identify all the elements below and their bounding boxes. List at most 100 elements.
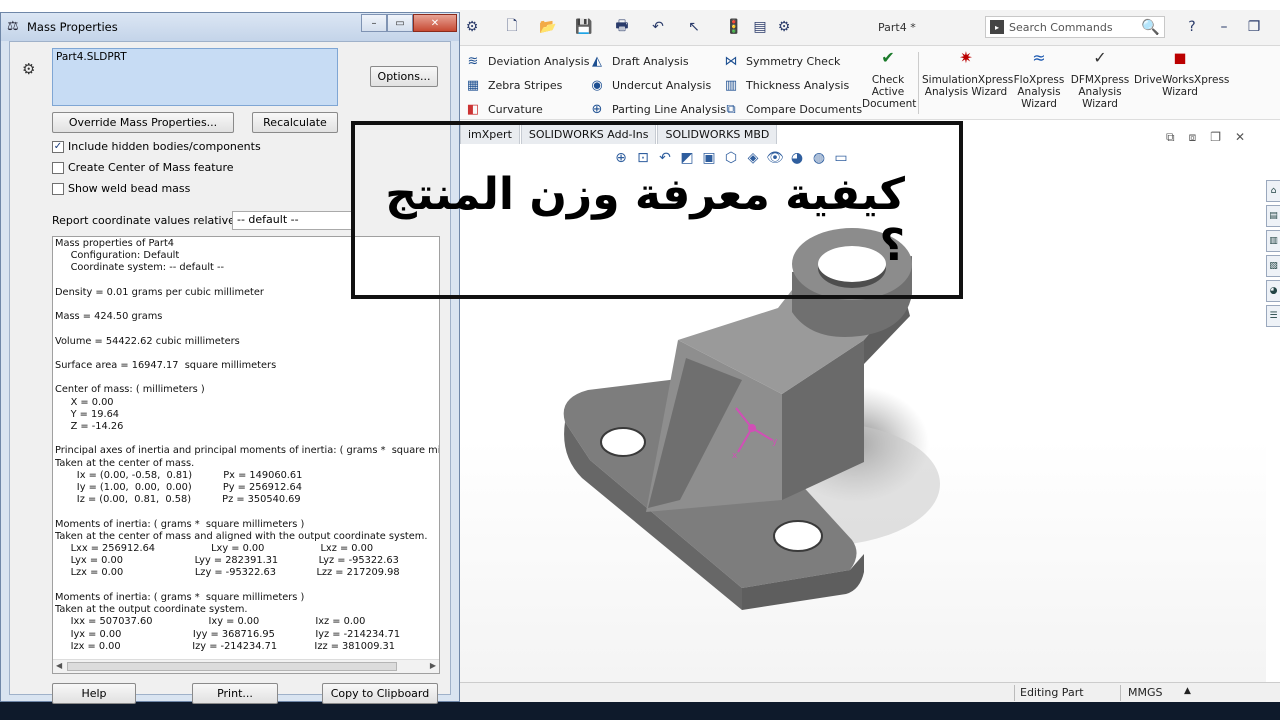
task-pane-resources-icon[interactable]: ▤ [1266,205,1280,227]
task-pane-file-explorer-icon[interactable]: ▧ [1266,255,1280,277]
symmetry-check-icon: ⋈ [724,53,738,69]
mass-properties-dialog: ⚖ Mass Properties – ▭ ✕ ⚙ Part4.SLDPRT O… [0,12,460,704]
triad-y-label: y [772,437,778,447]
open-icon[interactable]: 📂 [536,16,560,38]
driveworksxpress-button[interactable]: ◼ DriveWorksXpress Wizard [1134,48,1229,99]
command-manager-ribbon: ≋ Deviation Analysis ▦ Zebra Stripes ◧ Curv… [460,46,1280,120]
simulationxpress-icon: ✷ [959,48,973,67]
dialog-title: Mass Properties [27,20,118,34]
task-pane-home-icon[interactable]: ⌂ [1266,180,1280,202]
override-mass-properties-button[interactable]: Override Mass Properties... [52,112,234,133]
dfmxpress-button[interactable]: ✓ DFMXpress Analysis Wizard [1070,48,1130,111]
curvature-icon: ◧ [466,101,480,117]
scroll-thumb[interactable] [67,662,397,671]
include-hidden-checkbox[interactable]: ✓ Include hidden bodies/components [52,140,261,153]
ribbon-divider [918,52,919,114]
dialog-minimize-button[interactable]: – [361,14,387,32]
coordinate-system-select[interactable]: -- default -- [232,211,352,230]
label: Compare Documents [746,102,863,116]
hole-left [600,427,646,457]
deviation-analysis-button[interactable]: ≋ Deviation Analysis [464,52,590,70]
task-pane-tabs: ⌂ ▤ ▥ ▧ ◕ ☰ [1266,180,1280,340]
curvature-button[interactable]: ◧ Curvature [464,100,543,118]
scroll-right-icon[interactable]: ▶ [430,661,436,670]
doc-close-icon[interactable]: ✕ [1235,130,1245,145]
print-icon[interactable]: 🖶 [610,16,634,38]
checkbox-checked[interactable]: ✓ [52,140,64,153]
search-icon[interactable]: 🔍 [1141,18,1160,36]
selected-items-list[interactable]: Part4.SLDPRT [52,48,338,106]
overlay-text: كيفية معرفة وزن المنتج ؟ [385,169,905,271]
copy-to-clipboard-button[interactable]: Copy to Clipboard [322,683,438,704]
checkbox-label: Show weld bead mass [68,182,191,195]
show-weld-bead-checkbox[interactable]: Show weld bead mass [52,182,190,195]
deviation-analysis-icon: ≋ [467,53,479,69]
label: DFMXpress Analysis Wizard [1070,74,1130,110]
task-pane-properties-icon[interactable]: ☰ [1266,305,1280,327]
options-gear-icon[interactable]: ⚙ [772,16,796,38]
check-active-document-button[interactable]: ✔ Check Active Document [862,48,916,111]
task-pane-appearances-icon[interactable]: ◕ [1266,280,1280,302]
undercut-analysis-button[interactable]: ◉ Undercut Analysis [588,76,711,94]
print-button[interactable]: Print... [192,683,278,704]
status-bar: Editing Part MMGS ▲ [460,682,1280,702]
label: Curvature [488,102,543,116]
file-properties-icon[interactable]: ▤ [748,16,772,38]
selected-item[interactable]: Part4.SLDPRT [56,51,127,63]
hole-right [773,520,823,552]
driveworksxpress-icon: ◼ [1173,48,1187,67]
rebuild-icon[interactable]: 🚦 [722,16,746,38]
label: SimulationXpress Analysis Wizard [922,74,1014,98]
draft-analysis-icon: ◭ [592,53,602,69]
save-icon[interactable]: 💾 [572,16,596,38]
symmetry-check-button[interactable]: ⋈ Symmetry Check [722,52,841,70]
undo-icon[interactable]: ↶ [646,16,670,38]
doc-tile-icon[interactable]: ⧉ [1166,130,1175,145]
options-button[interactable]: Options... [370,66,438,87]
thickness-analysis-icon: ▥ [724,77,738,93]
units-chevron-icon[interactable]: ▲ [1184,686,1191,696]
status-divider [1120,685,1121,701]
search-commands-box[interactable]: ▸ Search Commands 🔍 [985,16,1165,38]
doc-restore-icon[interactable]: ❐ [1210,130,1221,145]
create-center-of-mass-checkbox[interactable]: Create Center of Mass feature [52,161,234,174]
scroll-left-icon[interactable]: ◀ [56,661,62,670]
horizontal-scrollbar[interactable]: ◀ ▶ [53,659,439,673]
parting-line-analysis-icon: ⊕ [591,101,603,117]
dialog-maximize-button[interactable]: ▭ [387,14,413,32]
restore-icon[interactable]: ❐ [1242,16,1266,38]
thickness-analysis-button[interactable]: ▥ Thickness Analysis [722,76,849,94]
minimize-icon[interactable]: – [1212,16,1236,38]
dfmxpress-icon: ✓ [1093,48,1107,67]
help-button[interactable]: Help [52,683,136,704]
scale-icon: ⚖ [7,19,19,34]
select-icon[interactable]: ↖ [682,16,706,38]
checkbox-label: Include hidden bodies/components [68,140,261,153]
units-selector[interactable]: MMGS [1128,686,1163,699]
checkbox-unchecked[interactable] [52,161,64,174]
document-title: Part4 * [878,21,916,34]
draft-analysis-button[interactable]: ◭ Draft Analysis [588,52,689,70]
checkbox-unchecked[interactable] [52,182,64,195]
doc-next-icon[interactable]: ⧈ [1189,130,1197,145]
label: Symmetry Check [746,54,841,68]
compare-documents-button[interactable]: ⧉ Compare Documents [722,100,862,118]
new-document-icon[interactable]: 🗋 [500,16,524,38]
check-document-icon: ✔ [881,48,895,67]
recalculate-button[interactable]: Recalculate [252,112,338,133]
help-icon[interactable]: ? [1180,16,1204,38]
status-divider [1014,685,1015,701]
floxpress-button[interactable]: ≈ FloXpress Analysis Wizard [1012,50,1066,111]
dialog-close-button[interactable]: ✕ [413,14,457,32]
mass-properties-report[interactable]: Mass properties of Part4 Configuration: … [52,236,440,674]
search-input[interactable]: Search Commands [1009,21,1141,34]
parting-line-analysis-button[interactable]: ⊕ Parting Line Analysis [588,100,726,118]
dialog-title-bar[interactable]: ⚖ Mass Properties – ▭ ✕ [1,13,459,41]
simulationxpress-button[interactable]: ✷ SimulationXpress Analysis Wizard [922,48,1014,99]
document-window-controls: ⧉ ⧈ ❐ ✕ [1166,130,1245,145]
zebra-stripes-button[interactable]: ▦ Zebra Stripes [464,76,563,94]
label: Deviation Analysis [488,54,590,68]
task-pane-design-library-icon[interactable]: ▥ [1266,230,1280,252]
coordinate-system-label: Report coordinate values relative to: [52,214,254,227]
label: FloXpress Analysis Wizard [1013,74,1065,110]
